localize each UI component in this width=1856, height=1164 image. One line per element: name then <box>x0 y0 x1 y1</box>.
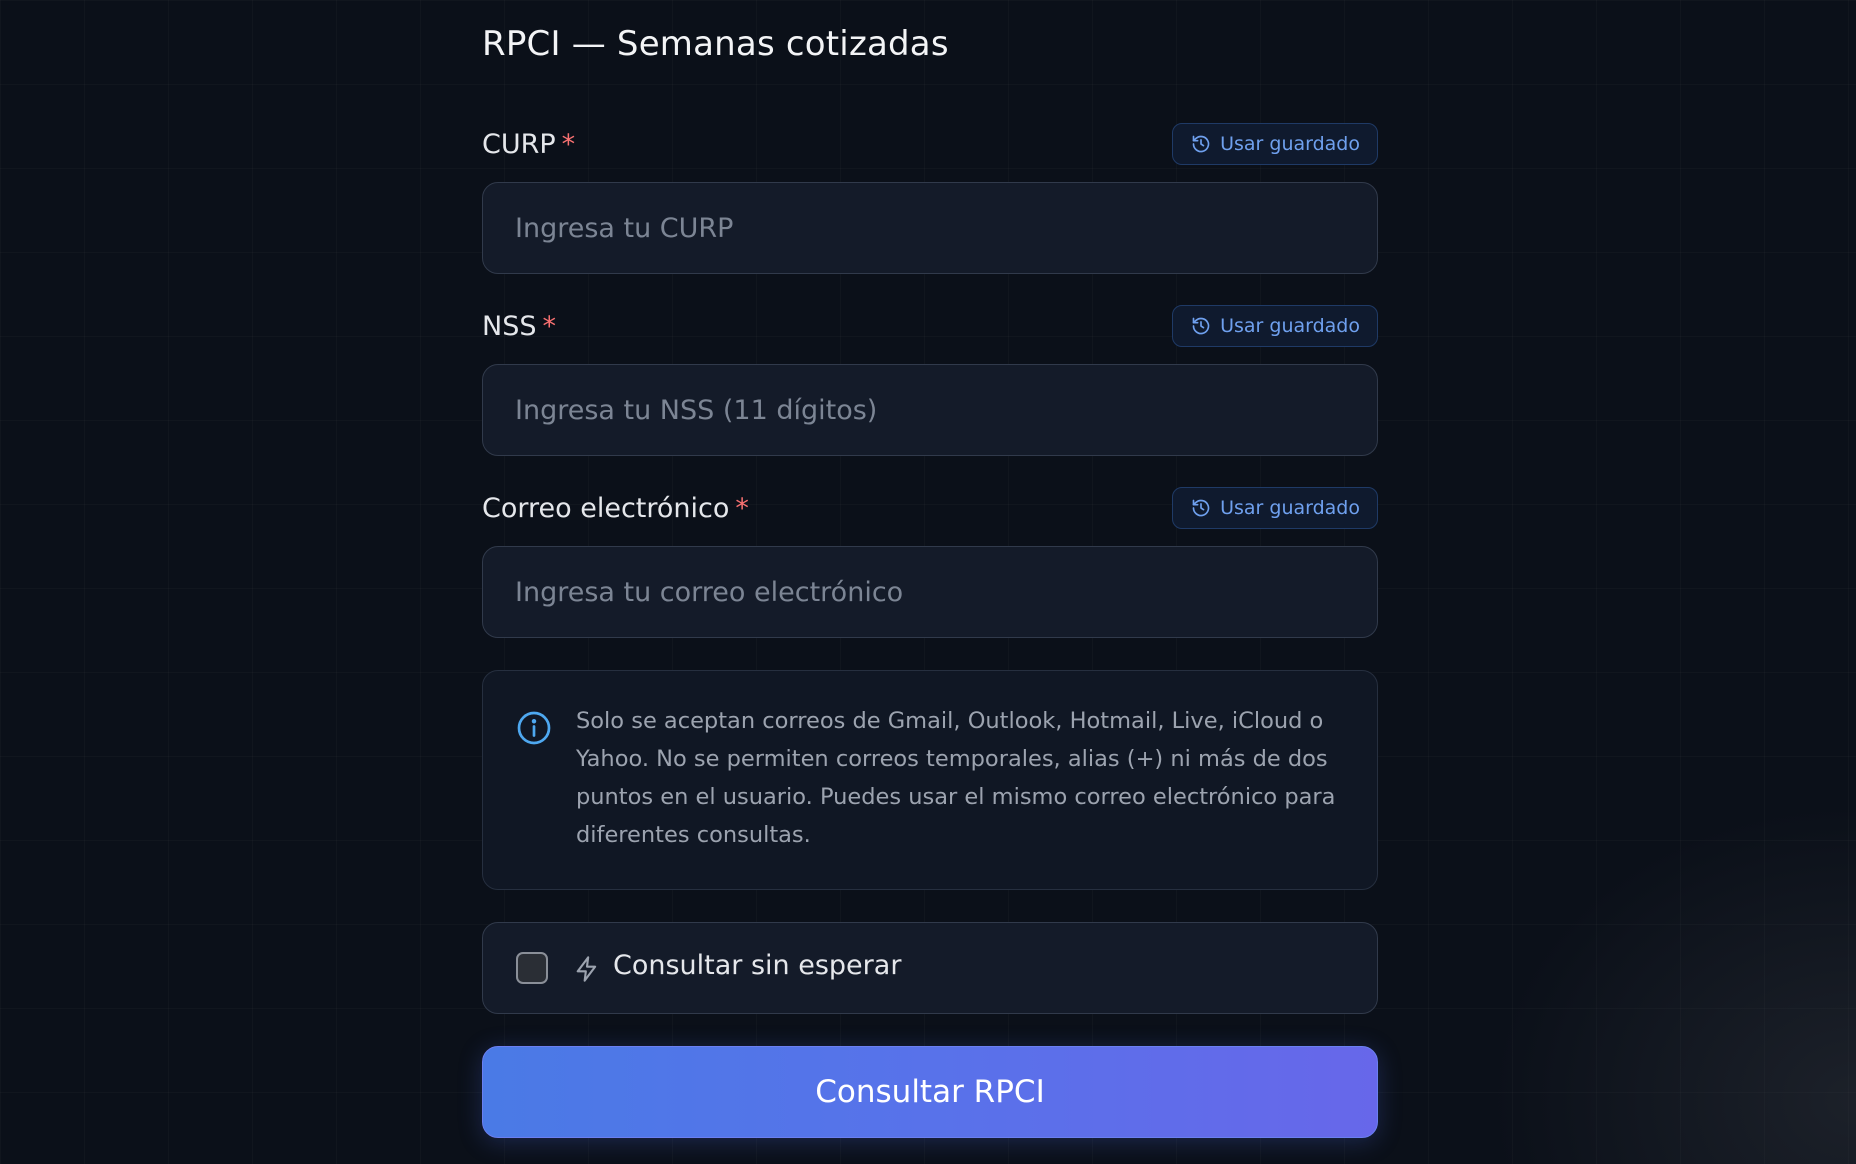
curp-use-saved-button[interactable]: Usar guardado <box>1172 123 1378 165</box>
fast-query-checkbox[interactable] <box>516 952 548 984</box>
email-label-row: Correo electrónico * Usar guardado <box>482 487 1378 531</box>
nss-input[interactable] <box>482 364 1378 456</box>
required-mark: * <box>561 129 576 160</box>
curp-input[interactable] <box>482 182 1378 274</box>
email-use-saved-label: Usar guardado <box>1220 497 1360 519</box>
history-icon <box>1192 135 1210 153</box>
info-text: Solo se aceptan correos de Gmail, Outloo… <box>576 708 1336 848</box>
nss-use-saved-label: Usar guardado <box>1220 315 1360 337</box>
fast-query-option[interactable]: Consultar sin esperar <box>482 922 1378 1014</box>
email-label-text: Correo electrónico <box>482 493 730 524</box>
info-circle-icon <box>517 711 551 745</box>
email-use-saved-button[interactable]: Usar guardado <box>1172 487 1378 529</box>
email-label: Correo electrónico * <box>482 493 749 524</box>
history-icon <box>1192 317 1210 335</box>
nss-label: NSS * <box>482 311 556 342</box>
required-mark: * <box>542 311 556 342</box>
history-icon <box>1192 499 1210 517</box>
fast-query-label: Consultar sin esperar <box>613 950 902 981</box>
lightning-bolt-icon <box>576 956 597 982</box>
nss-label-text: NSS <box>482 311 537 342</box>
submit-button[interactable]: Consultar RPCI <box>482 1046 1378 1138</box>
curp-use-saved-label: Usar guardado <box>1220 133 1360 155</box>
page-title: RPCI — Semanas cotizadas <box>482 24 949 64</box>
email-info-notice: Solo se aceptan correos de Gmail, Outloo… <box>482 670 1378 890</box>
nss-label-row: NSS * Usar guardado <box>482 305 1378 349</box>
curp-label: CURP * <box>482 129 575 160</box>
nss-use-saved-button[interactable]: Usar guardado <box>1172 305 1378 347</box>
required-mark: * <box>735 493 749 524</box>
curp-label-text: CURP <box>482 129 556 160</box>
curp-label-row: CURP * Usar guardado <box>482 123 1378 167</box>
email-input[interactable] <box>482 546 1378 638</box>
